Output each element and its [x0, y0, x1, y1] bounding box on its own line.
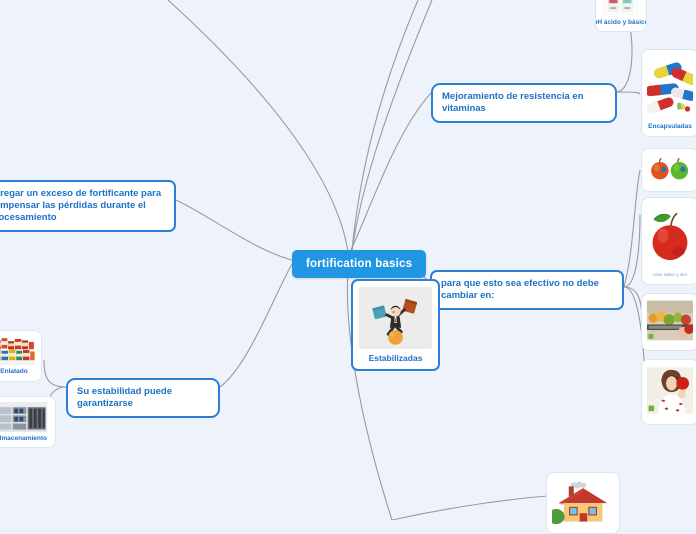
root-node-label: fortification basics [306, 258, 413, 270]
test-tubes-photo [601, 0, 641, 16]
image-node-ph-acid-base-caption: pH ácido y básico [595, 18, 647, 26]
house-illustration [552, 478, 614, 525]
image-node-canned-food-caption: Enlatado [0, 368, 28, 376]
image-node-red-apple-caption: color sabor y olor [652, 272, 688, 277]
image-node-stabilized[interactable]: Estabilizadas [351, 279, 440, 371]
image-node-two-apples[interactable] [641, 148, 696, 192]
mindmap-canvas[interactable]: fortification basics Mejoramiento de res… [0, 0, 696, 534]
image-node-encapsulated[interactable]: Encapsuladas [641, 49, 696, 137]
red-apple-photo [647, 203, 693, 268]
image-node-red-apple[interactable]: color sabor y olor [641, 197, 696, 285]
canned-goods-photo [0, 336, 36, 366]
topic-stability-guaranteed-label: Su estabilidad puede garantizarse [77, 386, 173, 409]
topic-vitamin-resistance[interactable]: Mejoramiento de resistencia en vitaminas [431, 83, 617, 123]
image-node-market-produce[interactable] [641, 293, 696, 351]
pill-capsules-photo [647, 55, 693, 120]
image-node-encapsulated-caption: Encapsuladas [648, 123, 692, 130]
topic-must-not-change-label: para que esto sea efectivo no debe cambi… [441, 278, 599, 301]
root-node-fortification-basics[interactable]: fortification basics [292, 250, 427, 278]
image-node-woman-eating-apple[interactable] [641, 359, 696, 425]
image-node-ph-acid-base[interactable]: pH ácido y básico [595, 0, 647, 32]
topic-must-not-change[interactable]: para que esto sea efectivo no debe cambi… [430, 270, 624, 310]
red-and-green-apples-photo [647, 154, 693, 183]
warehouse-shelving-photo [0, 402, 50, 432]
topic-stability-guaranteed[interactable]: Su estabilidad puede garantizarse [66, 378, 220, 418]
image-node-canned-food[interactable]: Enlatado [0, 330, 42, 382]
woman-eating-apple-photo [647, 365, 693, 416]
topic-excess-fortificant[interactable]: agregar un exceso de fortificante para c… [0, 180, 176, 232]
businessman-balancing-on-ball-icon [359, 287, 432, 349]
produce-market-photo [647, 299, 693, 342]
topic-excess-fortificant-label: agregar un exceso de fortificante para c… [0, 188, 162, 223]
image-node-house[interactable] [546, 472, 620, 534]
image-node-stabilized-caption: Estabilizadas [368, 353, 423, 363]
image-node-storage[interactable]: Almacenamiento [0, 396, 56, 448]
topic-vitamin-resistance-label: Mejoramiento de resistencia en vitaminas [442, 91, 584, 114]
image-node-storage-caption: Almacenamiento [0, 434, 48, 442]
